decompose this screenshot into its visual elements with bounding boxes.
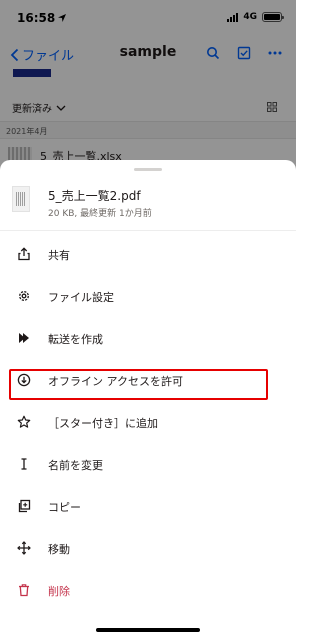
menu-item-rename[interactable]: 名前を変更 bbox=[0, 443, 296, 485]
menu-item-delete[interactable]: 削除 bbox=[0, 569, 296, 611]
menu-item-file-settings[interactable]: ファイル設定 bbox=[0, 275, 296, 317]
move-icon bbox=[17, 541, 31, 555]
sheet-file-meta: 20 KB, 最終更新 1か月前 bbox=[48, 209, 152, 219]
sheet-file-header: 5_売上一覧2.pdf 20 KB, 最終更新 1か月前 bbox=[0, 182, 296, 224]
menu-item-label: 転送を作成 bbox=[48, 333, 103, 346]
gear-icon bbox=[17, 289, 31, 303]
menu-item-share[interactable]: 共有 bbox=[0, 233, 296, 275]
share-icon bbox=[17, 247, 31, 261]
home-indicator[interactable] bbox=[96, 628, 200, 632]
menu-item-add-to-starred[interactable]: ［スター付き］に追加 bbox=[0, 401, 296, 443]
menu-item-label: 削除 bbox=[48, 585, 70, 598]
trash-icon bbox=[17, 583, 31, 597]
divider bbox=[0, 230, 296, 231]
star-icon bbox=[17, 415, 31, 429]
menu-item-copy[interactable]: コピー bbox=[0, 485, 296, 527]
menu-item-label: 共有 bbox=[48, 249, 70, 262]
sheet-grabber[interactable] bbox=[134, 168, 162, 171]
menu-item-move[interactable]: 移動 bbox=[0, 527, 296, 569]
menu-item-create-transfer[interactable]: 転送を作成 bbox=[0, 317, 296, 359]
action-sheet: 5_売上一覧2.pdf 20 KB, 最終更新 1か月前 共有 ファイル設定 転… bbox=[0, 160, 296, 640]
pdf-thumbnail-icon bbox=[12, 186, 30, 212]
text-cursor-icon bbox=[17, 457, 31, 471]
menu-item-label: コピー bbox=[48, 501, 81, 514]
transfer-icon bbox=[17, 331, 31, 345]
menu-item-label: 名前を変更 bbox=[48, 459, 103, 472]
highlight-annotation-box bbox=[9, 369, 268, 400]
menu-item-label: ［スター付き］に追加 bbox=[48, 417, 158, 430]
copy-icon bbox=[17, 499, 31, 513]
menu-item-label: 移動 bbox=[48, 543, 70, 556]
sheet-file-name: 5_売上一覧2.pdf bbox=[48, 189, 141, 203]
menu-item-label: ファイル設定 bbox=[48, 291, 114, 304]
